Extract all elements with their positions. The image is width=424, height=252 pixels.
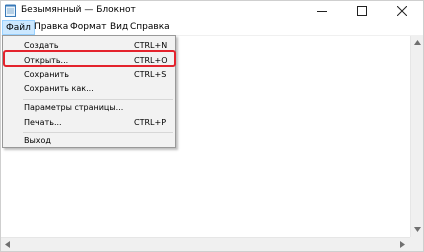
menu-item-label: Выход [24,136,51,145]
vertical-scrollbar[interactable] [410,36,423,237]
title-bar[interactable]: Безымянный — Блокнот [1,1,423,20]
notepad-icon [5,4,16,17]
menu-item-exit[interactable]: Выход [3,134,175,148]
menu-item-page-setup[interactable]: Параметры страницы... [3,101,175,115]
open-item-highlight [3,50,176,67]
menu-bar: Файл Правка Формат Вид Справка [1,20,423,36]
horizontal-scrollbar[interactable] [1,237,410,251]
menu-item-label: Сохранить как... [24,84,94,93]
minimize-icon [317,10,327,12]
close-button[interactable] [382,1,422,20]
maximize-icon [357,5,367,16]
notepad-window: Безымянный — Блокнот Файл Правка Формат … [0,0,424,252]
scroll-right-arrow-icon[interactable] [400,241,405,248]
menu-item-label: Сохранить [24,70,69,79]
menu-item-print[interactable]: Печать... CTRL+P [3,116,175,130]
menu-file[interactable]: Файл [2,20,35,35]
scroll-left-arrow-icon[interactable] [5,241,10,248]
minimize-button[interactable] [302,1,342,20]
menu-help[interactable]: Справка [127,20,173,35]
menu-item-label: Создать [24,41,59,50]
menu-format[interactable]: Формат [67,20,110,35]
menu-item-shortcut: CTRL+P [134,118,167,127]
maximize-button[interactable] [342,1,382,20]
menu-separator [23,132,173,133]
menu-item-shortcut: CTRL+N [134,41,168,50]
scroll-up-arrow-icon[interactable] [414,40,421,45]
menu-item-shortcut: CTRL+S [134,70,167,79]
window-title: Безымянный — Блокнот [21,5,136,15]
menu-edit[interactable]: Правка [31,20,71,35]
menu-item-save-as[interactable]: Сохранить как... [3,82,175,96]
scroll-down-arrow-icon[interactable] [414,227,421,232]
menu-item-save[interactable]: Сохранить CTRL+S [3,68,175,82]
menu-item-label: Параметры страницы... [24,103,124,112]
close-icon [397,5,407,16]
scrollbar-corner [410,237,423,251]
menu-separator [23,99,173,100]
menu-item-label: Печать... [24,118,62,127]
